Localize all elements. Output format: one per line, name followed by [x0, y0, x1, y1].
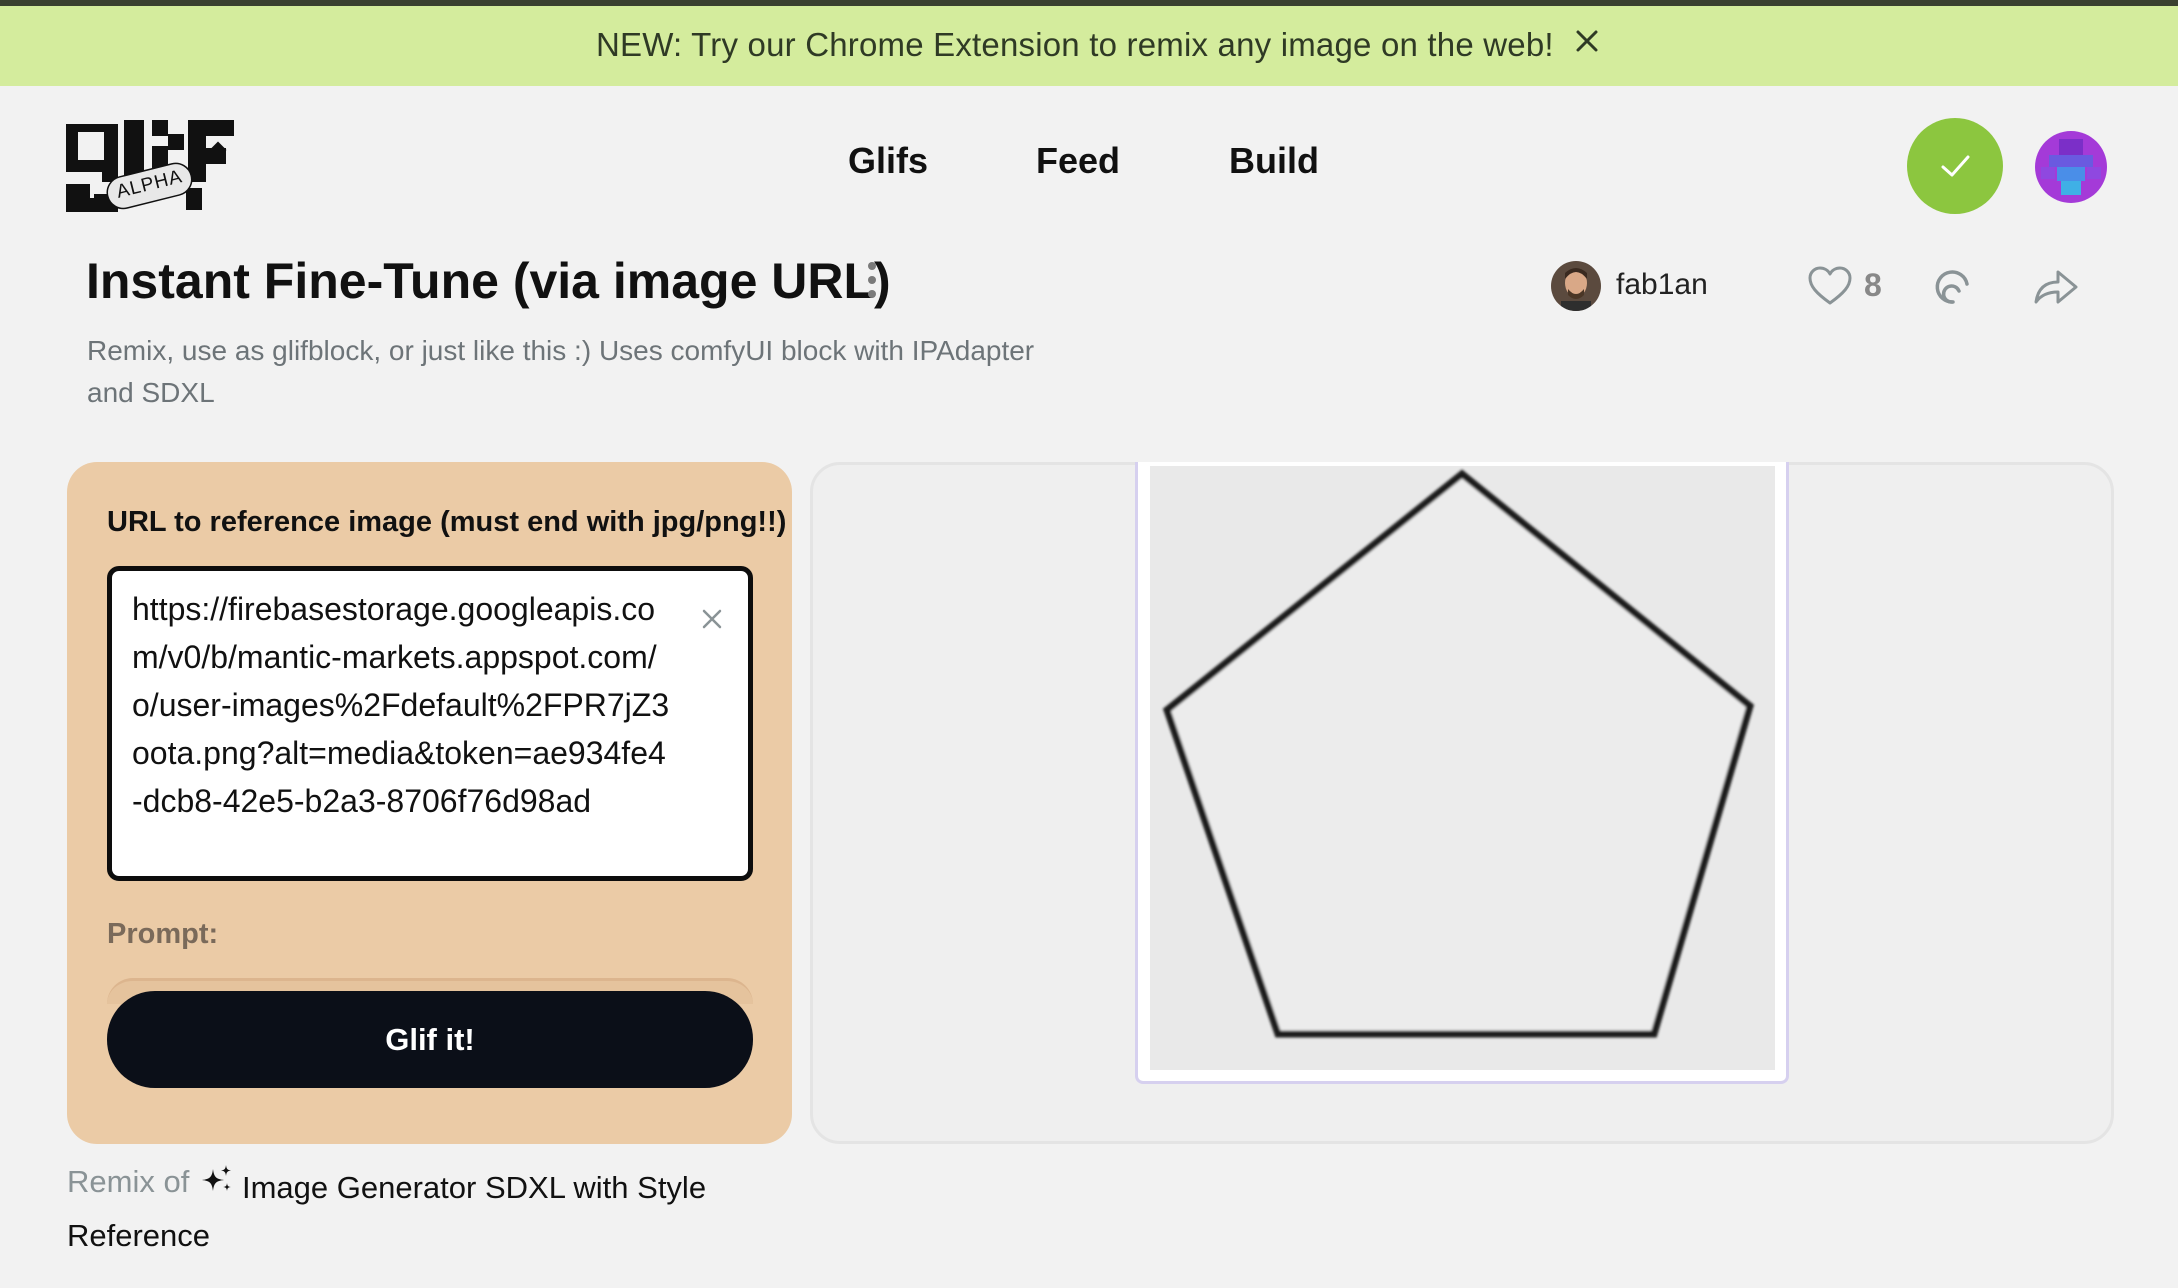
- prompt-field-label: Prompt:: [107, 918, 219, 950]
- close-icon[interactable]: [1572, 26, 1602, 56]
- nav-build[interactable]: Build: [1229, 140, 1319, 182]
- check-icon: [1941, 155, 1970, 177]
- more-options-icon[interactable]: [862, 260, 882, 304]
- nav-feed[interactable]: Feed: [1036, 140, 1120, 182]
- clear-input-icon[interactable]: [698, 605, 726, 633]
- like-count: 8: [1864, 267, 1882, 303]
- share-icon[interactable]: [2032, 264, 2080, 310]
- url-input[interactable]: https://firebasestorage.googleapis.com/v…: [107, 566, 753, 881]
- glif-description: Remix, use as glifblock, or just like th…: [87, 335, 1035, 408]
- status-check-button[interactable]: [1907, 118, 2003, 214]
- user-avatar[interactable]: [2035, 131, 2107, 203]
- glif-it-button[interactable]: Glif it!: [107, 991, 753, 1088]
- heart-icon[interactable]: [1806, 262, 1854, 310]
- url-input-value[interactable]: https://firebasestorage.googleapis.com/v…: [132, 585, 672, 825]
- url-field-label: URL to reference image (must end with jp…: [107, 506, 787, 538]
- output-image[interactable]: [1150, 466, 1775, 1070]
- remix-source-link[interactable]: Image Generator SDXL with Style Referenc…: [67, 1164, 767, 1260]
- author-name[interactable]: fab1an: [1616, 268, 1708, 302]
- banner-text[interactable]: NEW: Try our Chrome Extension to remix a…: [596, 26, 1554, 64]
- nav-glifs[interactable]: Glifs: [848, 140, 928, 182]
- glif-logo[interactable]: ALPHA: [64, 114, 234, 216]
- remix-icon[interactable]: [1927, 262, 1975, 312]
- author-avatar[interactable]: [1551, 261, 1601, 311]
- announcement-banner: NEW: Try our Chrome Extension to remix a…: [0, 6, 2178, 86]
- page-title: Instant Fine-Tune (via image URL): [86, 253, 891, 309]
